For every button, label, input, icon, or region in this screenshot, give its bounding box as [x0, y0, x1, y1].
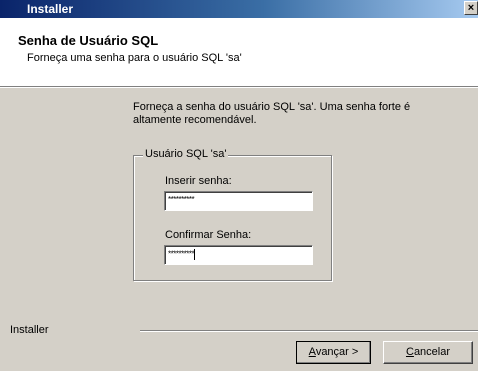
page-title: Senha de Usuário SQL: [18, 33, 159, 48]
window-title: Installer: [27, 2, 74, 16]
next-label: vançar >: [315, 346, 359, 358]
confirm-masked-value: **********: [168, 249, 195, 259]
password-label: Inserir senha:: [165, 175, 232, 187]
cancel-label: ancelar: [413, 346, 451, 358]
confirm-password-label: Confirmar Senha:: [165, 229, 252, 241]
password-masked-value: **********: [168, 195, 195, 204]
next-accelerator: A: [308, 346, 316, 358]
cancel-button[interactable]: Cancelar: [383, 341, 473, 364]
cancel-accelerator: C: [405, 346, 414, 358]
title-bar: Installer ×: [0, 0, 478, 18]
instruction-text: Forneça a senha do usuário SQL 'sa'. Uma…: [133, 101, 411, 126]
password-input[interactable]: **********: [164, 191, 313, 211]
text-caret: [194, 249, 196, 260]
footer-divider: [140, 330, 478, 332]
close-button[interactable]: ×: [464, 1, 478, 15]
groupbox-title: Usuário SQL 'sa': [143, 148, 229, 160]
page-subtitle: Forneça uma senha para o usuário SQL 'sa…: [27, 52, 242, 64]
close-icon: ×: [467, 2, 475, 14]
footer-brand: Installer: [10, 324, 49, 336]
header-banner: Senha de Usuário SQL Forneça uma senha p…: [0, 18, 478, 87]
header-divider: [0, 87, 478, 88]
next-button[interactable]: Avançar >: [296, 341, 371, 364]
confirm-password-input[interactable]: **********: [164, 245, 313, 265]
